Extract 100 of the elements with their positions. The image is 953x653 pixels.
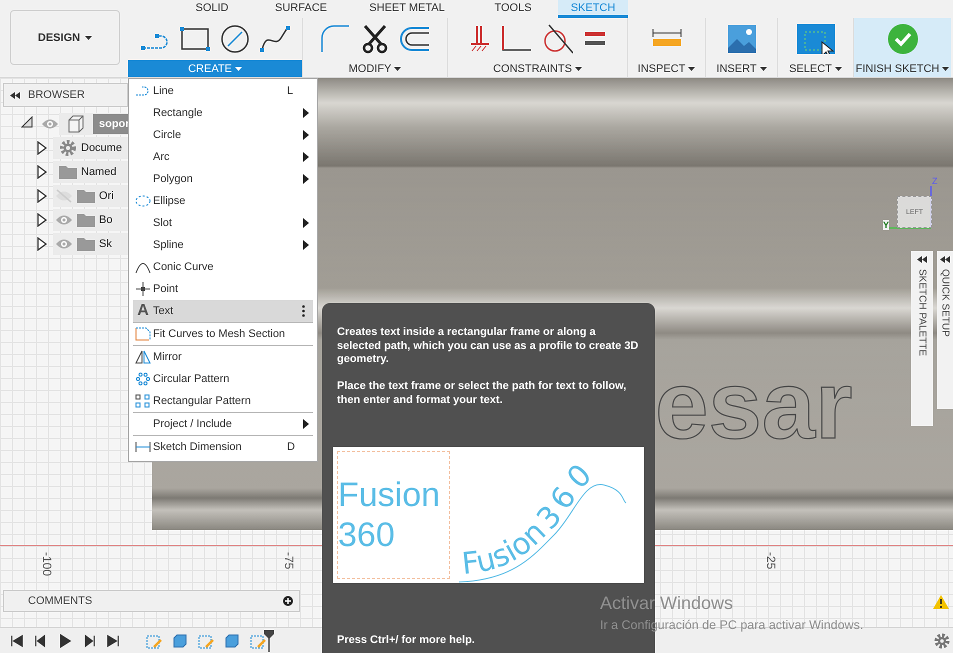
sample-text: 360	[338, 518, 396, 552]
toolbar-tab[interactable]: TOOLS	[468, 0, 558, 18]
watermark-title: Activar Windows	[600, 593, 734, 614]
body-feature-icon[interactable]	[224, 632, 240, 648]
tooltip-text: Creates text inside a rectangular frame or along a selected path, which you can use as a profile to create 3D geometry.	[336, 326, 640, 366]
toolbar-tab[interactable]: SHEET METAL	[346, 0, 468, 18]
group-menu-button[interactable]: FINISH SKETCH	[854, 60, 951, 77]
menu-item[interactable]: A Text	[133, 300, 313, 322]
point-icon	[135, 282, 151, 296]
menu-item[interactable]: Fit Curves to Mesh Section	[133, 323, 313, 345]
browser-item[interactable]: Ori	[99, 190, 114, 202]
sketch-feature-icon[interactable]	[198, 632, 214, 648]
menu-item[interactable]: Circle	[133, 124, 313, 146]
last-icon[interactable]	[106, 632, 120, 648]
folder-icon	[77, 237, 95, 251]
first-icon[interactable]	[10, 632, 24, 648]
checkmark-icon[interactable]	[888, 24, 918, 54]
caret-icon	[574, 66, 582, 70]
mirror-icon	[135, 350, 151, 364]
folder-icon	[77, 189, 95, 203]
workspace-button[interactable]: DESIGN	[10, 10, 120, 65]
image-icon[interactable]	[726, 24, 756, 54]
menu-item[interactable]: Polygon	[133, 168, 313, 190]
spline-icon[interactable]	[259, 24, 291, 54]
browser-item[interactable]: Sk	[99, 238, 112, 250]
expand-icon[interactable]	[37, 141, 47, 155]
menu-item[interactable]: Line L	[133, 80, 313, 102]
more-icon[interactable]	[302, 305, 305, 317]
toolbar-tab[interactable]: SURFACE	[256, 0, 346, 18]
collapse-panel-icon[interactable]	[940, 256, 950, 263]
comments-title: COMMENTS	[28, 595, 92, 607]
menu-item[interactable]: Project / Include	[133, 413, 313, 435]
rectangular-pattern-icon	[135, 394, 151, 408]
dimension-icon	[135, 440, 151, 454]
fillet-icon[interactable]	[319, 24, 351, 54]
expand-icon[interactable]	[37, 165, 47, 179]
rectangle-icon[interactable]	[179, 24, 211, 54]
group-menu-button[interactable]: INSPECT	[628, 60, 705, 77]
text-icon: A	[137, 303, 149, 319]
caret-icon	[760, 66, 767, 70]
menu-item[interactable]: Rectangle	[133, 102, 313, 124]
caret-icon	[942, 66, 950, 70]
circular-pattern-icon	[135, 372, 151, 386]
palette-title[interactable]: QUICK SETUP	[940, 269, 950, 337]
menu-item[interactable]: Rectangular Pattern	[133, 390, 313, 412]
menu-item[interactable]: Mirror	[133, 346, 313, 368]
add-icon[interactable]	[283, 596, 293, 606]
next-icon[interactable]	[82, 632, 96, 648]
expand-icon[interactable]	[37, 189, 47, 203]
menu-item[interactable]: Ellipse	[133, 190, 313, 212]
caret-icon	[688, 66, 696, 70]
warning-icon	[933, 595, 949, 609]
palette-title[interactable]: SKETCH PALETTE	[916, 269, 928, 356]
timeline-marker[interactable]	[264, 630, 274, 652]
ruler-label: -100	[40, 552, 54, 576]
menu-item[interactable]: Arc	[133, 146, 313, 168]
menu-item[interactable]: Point	[133, 278, 313, 300]
selection-icon[interactable]	[796, 24, 834, 54]
menu-item[interactable]: Spline	[133, 234, 313, 256]
expand-icon[interactable]	[37, 237, 47, 251]
collapse-panel-icon[interactable]	[917, 256, 927, 263]
fit-curves-icon	[135, 327, 151, 341]
caret-icon	[834, 66, 842, 70]
ruler-label: -25	[764, 552, 778, 570]
settings-icon[interactable]	[934, 632, 950, 648]
folder-icon	[77, 213, 95, 227]
browser-item[interactable]: Bo	[99, 214, 112, 226]
group-menu-button[interactable]: INSERT	[706, 60, 777, 77]
toolbar-tab[interactable]: SOLID	[168, 0, 256, 18]
body-feature-icon[interactable]	[172, 632, 188, 648]
browser-title: BROWSER	[28, 89, 85, 101]
caret-icon	[394, 66, 402, 70]
caret-icon	[85, 36, 92, 40]
menu-item[interactable]: Conic Curve	[133, 256, 313, 278]
caret-icon	[234, 66, 242, 70]
menu-item[interactable]: Slot	[133, 212, 313, 234]
help-hint: Press Ctrl+/ for more help.	[336, 634, 476, 647]
collapse-panel-icon[interactable]	[10, 92, 20, 98]
group-menu-button[interactable]: MODIFY	[303, 60, 447, 77]
collapse-icon[interactable]	[21, 116, 33, 128]
ruler-label: -75	[282, 552, 296, 570]
line-icon	[135, 84, 151, 98]
axis-label: Y	[883, 220, 890, 230]
group-menu-button[interactable]: CONSTRAINTS	[448, 60, 627, 77]
menu-item[interactable]: Sketch Dimension D	[133, 436, 313, 458]
tooltip-text: Place the text frame or select the path for text to follow, then enter and format your text.	[336, 380, 628, 407]
group-menu-button[interactable]: CREATE	[128, 60, 302, 77]
sample-text: Fusion	[338, 478, 442, 512]
play-icon[interactable]	[58, 632, 72, 648]
expand-icon[interactable]	[37, 213, 47, 227]
sketch-feature-icon[interactable]	[146, 632, 162, 648]
conic-curve-icon	[135, 260, 151, 274]
previous-icon[interactable]	[34, 632, 48, 648]
group-menu-button[interactable]: SELECT	[778, 60, 853, 77]
model-text: esar	[655, 358, 853, 454]
ellipse-icon	[135, 194, 151, 208]
menu-item[interactable]: Circular Pattern	[133, 368, 313, 390]
offset-icon[interactable]	[399, 24, 431, 54]
circle-icon[interactable]	[219, 24, 251, 54]
folder-icon	[59, 165, 77, 179]
